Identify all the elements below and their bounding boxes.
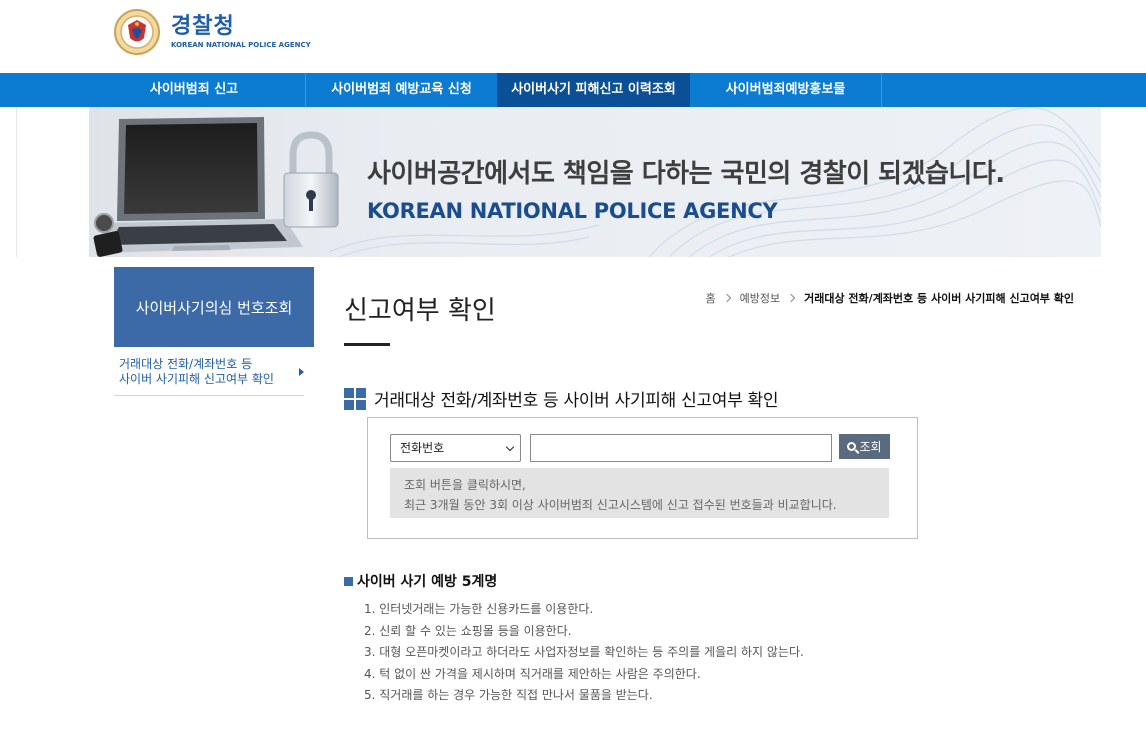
search-type-select[interactable]: 전화번호	[390, 434, 521, 462]
search-type-value: 전화번호	[400, 441, 445, 455]
chevron-right-icon	[722, 293, 731, 303]
section-heading: 거래대상 전화/계좌번호 등 사이버 사기피해 신고여부 확인	[344, 386, 779, 411]
list-item: 1. 인터넷거래는 가능한 신용카드를 이용한다.	[364, 602, 594, 616]
search-panel: 전화번호 조회 조회 버튼을 클릭하시면, 최근 3개월 동안 3회 이상 사이…	[367, 417, 918, 539]
main-nav: 사이버범죄 신고 사이버범죄 예방교육 신청 사이버사기 피해신고 이력조회 사…	[0, 73, 1146, 107]
list-item: 2. 신뢰 할 수 있는 쇼핑몰 등을 이용한다.	[364, 623, 572, 638]
police-emblem-icon	[114, 9, 160, 55]
banner-divider	[16, 107, 17, 257]
logo-text-kr: 경찰청	[171, 14, 235, 39]
search-notice: 조회 버튼을 클릭하시면, 최근 3개월 동안 3회 이상 사이버범죄 신고시스…	[390, 468, 889, 518]
hero-banner: 사이버공간에서도 책임을 다하는 국민의 경찰이 되겠습니다. KOREAN N…	[89, 107, 1101, 257]
padlock-icon	[283, 131, 339, 228]
title-underline	[344, 343, 390, 346]
nav-item-fraud-history[interactable]: 사이버사기 피해신고 이력조회	[497, 73, 690, 107]
sidebar-item-line1: 거래대상 전화/계좌번호 등	[119, 357, 253, 371]
nav-item-promo[interactable]: 사이버범죄예방홍보물	[690, 73, 882, 107]
page-title: 신고여부 확인	[344, 296, 496, 326]
sidebar-title: 사이버사기의심 번호조회	[114, 267, 314, 347]
banner-subtitle: KOREAN NATIONAL POLICE AGENCY	[367, 199, 778, 223]
notice-line-1: 조회 버튼을 클릭하시면,	[404, 478, 526, 492]
chevron-down-icon	[505, 442, 515, 452]
list-item: 3. 대형 오픈마켓이라고 하더라도 사업자정보를 확인하는 등 주의를 게을리…	[364, 645, 804, 659]
triangle-right-icon	[299, 368, 304, 376]
search-button[interactable]: 조회	[839, 434, 890, 459]
list-item: 5. 직거래를 하는 경우 가능한 직접 만나서 물품을 받는다.	[364, 688, 653, 702]
tips-list: 1. 인터넷거래는 가능한 신용카드를 이용한다. 2. 신뢰 할 수 있는 쇼…	[364, 599, 804, 707]
square-bullet-icon	[344, 576, 353, 586]
site-logo[interactable]: 경찰청 KOREAN NATIONAL POLICE AGENCY	[113, 8, 311, 56]
site-header: 경찰청 KOREAN NATIONAL POLICE AGENCY	[0, 0, 1146, 73]
logo-text-en: KOREAN NATIONAL POLICE AGENCY	[171, 41, 311, 49]
nav-item-education[interactable]: 사이버범죄 예방교육 신청	[306, 73, 497, 107]
notice-line-2: 최근 3개월 동안 3회 이상 사이버범죄 신고시스템에 신고 접수된 번호들과…	[404, 498, 837, 512]
breadcrumb-home[interactable]: 홈	[706, 290, 716, 306]
search-button-label: 조회	[859, 440, 882, 454]
tips-heading-text: 사이버 사기 예방 5계명	[357, 574, 498, 590]
breadcrumb-category[interactable]: 예방정보	[740, 290, 780, 306]
banner-title: 사이버공간에서도 책임을 다하는 국민의 경찰이 되겠습니다.	[367, 159, 1005, 189]
breadcrumb-current: 거래대상 전화/계좌번호 등 사이버 사기피해 신고여부 확인	[804, 292, 1074, 305]
laptop-icon	[97, 117, 303, 253]
list-item: 4. 턱 없이 싼 가격을 제시하며 직거래를 제안하는 사람은 주의한다.	[364, 666, 701, 681]
grid-squares-icon	[344, 387, 366, 410]
breadcrumb: 홈 예방정보 거래대상 전화/계좌번호 등 사이버 사기피해 신고여부 확인	[706, 290, 1074, 306]
nav-item-cyber-report[interactable]: 사이버범죄 신고	[83, 73, 306, 107]
section-heading-text: 거래대상 전화/계좌번호 등 사이버 사기피해 신고여부 확인	[374, 391, 779, 411]
sidebar-item-fraud-check[interactable]: 거래대상 전화/계좌번호 등 사이버 사기피해 신고여부 확인	[114, 357, 304, 396]
search-number-input[interactable]	[530, 434, 832, 462]
magnifier-icon	[847, 442, 857, 451]
tips-heading: 사이버 사기 예방 5계명	[344, 571, 497, 591]
sidebar-item-line2: 사이버 사기피해 신고여부 확인	[119, 372, 274, 386]
chevron-right-icon	[786, 293, 796, 303]
